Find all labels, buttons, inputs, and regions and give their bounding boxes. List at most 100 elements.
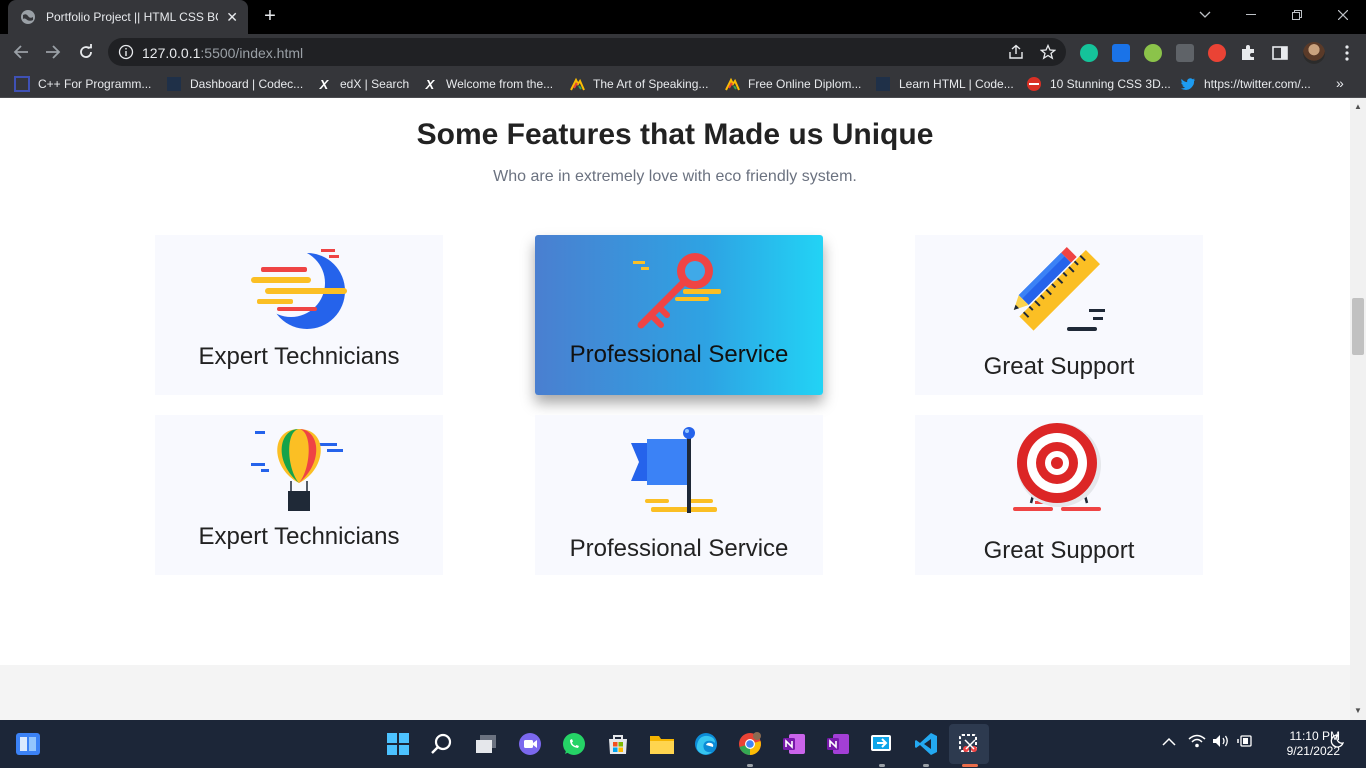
start-menu-icon[interactable] <box>384 730 412 758</box>
flag-icon <box>631 427 717 513</box>
snipping-tool-icon[interactable] <box>955 730 983 758</box>
quick-assist-icon[interactable] <box>868 730 896 758</box>
onenote-desktop-icon[interactable] <box>824 730 852 758</box>
codecademy-icon <box>875 76 891 92</box>
teams-chat-icon[interactable] <box>516 730 544 758</box>
bookmarks-bar: C++ For Programm... Dashboard | Codec...… <box>0 70 1366 98</box>
puzzle-extensions-icon[interactable] <box>1239 44 1257 62</box>
alison-icon <box>569 76 585 92</box>
bookmark-item[interactable]: Dashboard | Codec... <box>166 76 303 92</box>
feature-card[interactable]: Expert Technicians <box>155 235 443 395</box>
address-bar[interactable]: 127.0.0.1:5500/index.html <box>108 38 1066 66</box>
adblock-extension-icon[interactable] <box>1208 44 1226 62</box>
feature-label: Professional Service <box>569 535 789 562</box>
bookmark-label: C++ For Programm... <box>38 77 152 91</box>
chevron-up-icon[interactable] <box>1162 734 1176 750</box>
volume-icon[interactable] <box>1212 734 1230 751</box>
profile-avatar[interactable] <box>1303 42 1325 64</box>
restore-button[interactable] <box>1274 0 1320 30</box>
feature-label: Expert Technicians <box>198 523 400 550</box>
pen-extension-icon[interactable] <box>1176 44 1194 62</box>
reload-icon <box>80 44 92 58</box>
feature-card-active[interactable]: Professional Service <box>535 235 823 395</box>
scroll-down-arrow-icon[interactable]: ▼ <box>1353 706 1363 715</box>
bookmark-item[interactable]: X edX | Search <box>316 76 410 92</box>
bookmark-item[interactable]: The Art of Speaking... <box>569 76 708 92</box>
onenote-icon[interactable] <box>780 730 808 758</box>
microsoft-store-icon[interactable] <box>604 730 632 758</box>
chrome-icon[interactable] <box>736 730 764 758</box>
bookmark-star-icon[interactable] <box>1040 44 1056 60</box>
task-view-icon[interactable] <box>472 730 500 758</box>
feature-label: Great Support <box>983 537 1135 564</box>
close-window-button[interactable] <box>1320 0 1366 30</box>
minimize-button[interactable] <box>1228 0 1274 30</box>
new-tab-button[interactable]: + <box>258 5 282 29</box>
tab-title: Portfolio Project || HTML CSS BOOTSTRAP <box>46 10 218 24</box>
tab-extension-icon[interactable] <box>1112 44 1130 62</box>
clock-date: 9/21/2022 <box>1286 744 1340 758</box>
info-icon[interactable] <box>118 44 134 60</box>
target-icon <box>1013 423 1101 511</box>
page-subtitle: Who are in extremely love with eco frien… <box>493 168 857 185</box>
scroll-up-arrow-icon[interactable]: ▲ <box>1353 102 1363 111</box>
edge-browser-icon[interactable] <box>692 730 720 758</box>
url-path: :5500/index.html <box>200 45 304 61</box>
whatsapp-icon[interactable] <box>560 730 588 758</box>
edx-icon: X <box>319 76 329 92</box>
page-title: Some Features that Made us Unique <box>416 118 934 151</box>
bookmark-label: Learn HTML | Code... <box>899 77 1014 91</box>
bulb-extension-icon[interactable] <box>1144 44 1162 62</box>
taskbar-clock[interactable]: 11:10 PM 9/21/2022 <box>1262 729 1340 759</box>
codecademy-icon <box>166 76 182 92</box>
share-icon[interactable] <box>1008 44 1024 60</box>
arrow-left-icon <box>13 45 28 59</box>
bookmark-label: Dashboard | Codec... <box>190 77 304 91</box>
edx-icon: X <box>425 76 435 92</box>
feature-card[interactable]: Professional Service <box>535 415 823 575</box>
key-icon <box>633 253 721 329</box>
scrollbar-thumb[interactable] <box>1352 298 1364 355</box>
file-explorer-icon[interactable] <box>648 730 676 758</box>
back-button[interactable] <box>10 41 32 63</box>
bookmark-label: 10 Stunning CSS 3D... <box>1050 77 1171 91</box>
feature-label: Great Support <box>983 353 1135 380</box>
grammarly-extension-icon[interactable] <box>1080 44 1098 62</box>
red-circle-icon <box>1026 76 1042 92</box>
active-indicator <box>962 764 978 767</box>
more-bookmarks-icon[interactable]: » <box>1336 75 1344 91</box>
forward-button[interactable] <box>42 41 64 63</box>
bookmark-item[interactable]: Free Online Diplom... <box>724 76 861 92</box>
page-scrollbar[interactable] <box>1350 98 1366 720</box>
vscode-icon[interactable] <box>912 730 940 758</box>
search-icon[interactable] <box>428 730 456 758</box>
twitter-icon <box>1180 76 1196 92</box>
bookmark-label: Welcome from the... <box>446 77 554 91</box>
windows-taskbar: 11:10 PM 9/21/2022 <box>0 720 1366 768</box>
bookmark-item[interactable]: 10 Stunning CSS 3D... <box>1026 76 1171 92</box>
browser-tab[interactable]: Portfolio Project || HTML CSS BOOTSTRAP … <box>8 0 248 34</box>
tab-search-icon[interactable] <box>1182 0 1228 30</box>
feature-card[interactable]: Great Support <box>915 235 1203 395</box>
bookmark-item[interactable]: C++ For Programm... <box>14 76 151 92</box>
running-indicator <box>923 764 929 767</box>
reload-button[interactable] <box>75 41 97 63</box>
bookmark-item[interactable]: https://twitter.com/... <box>1180 76 1311 92</box>
bookmark-item[interactable]: Learn HTML | Code... <box>875 76 1014 92</box>
bookmark-label: https://twitter.com/... <box>1204 77 1311 91</box>
bookmark-item[interactable]: X Welcome from the... <box>422 76 554 92</box>
kebab-menu-icon[interactable] <box>1338 44 1356 62</box>
feature-card[interactable]: Great Support <box>915 415 1203 575</box>
side-panel-icon[interactable] <box>1271 44 1289 62</box>
wifi-icon[interactable] <box>1188 734 1206 751</box>
url-text: 127.0.0.1:5500/index.html <box>142 45 303 61</box>
feature-card[interactable]: Expert Technicians <box>155 415 443 575</box>
battery-icon[interactable] <box>1237 734 1255 751</box>
close-tab-icon[interactable]: ✕ <box>226 9 238 26</box>
feature-label: Professional Service <box>569 341 789 368</box>
moon-icon <box>251 249 347 329</box>
balloon-icon <box>251 429 343 511</box>
focus-moon-icon[interactable] <box>1330 734 1345 751</box>
widgets-icon[interactable] <box>14 730 42 758</box>
page-viewport: Some Features that Made us Unique Who ar… <box>0 98 1366 720</box>
